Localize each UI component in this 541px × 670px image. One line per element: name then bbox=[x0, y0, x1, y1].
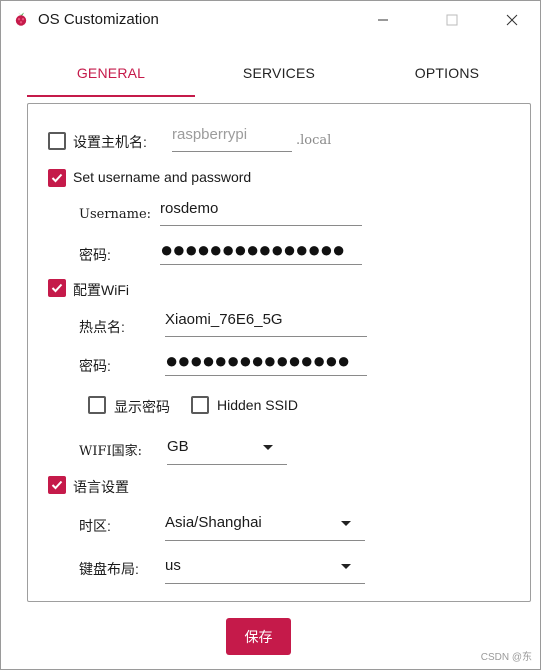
keyboard-select[interactable]: us bbox=[165, 550, 365, 584]
check-icon bbox=[51, 173, 63, 183]
title-bar: OS Customization bbox=[1, 1, 540, 39]
window-title: OS Customization bbox=[38, 11, 159, 28]
close-button[interactable] bbox=[489, 1, 535, 39]
keyboard-label: 键盘布局: bbox=[79, 561, 139, 577]
chevron-down-icon bbox=[341, 521, 351, 526]
timezone-value: Asia/Shanghai bbox=[165, 514, 262, 531]
wifi-country-value: GB bbox=[167, 438, 189, 455]
tab-bar: GENERAL SERVICES OPTIONS bbox=[27, 49, 531, 97]
username-input[interactable]: rosdemo bbox=[160, 196, 362, 226]
configure-wifi-checkbox[interactable] bbox=[48, 279, 66, 297]
tab-options[interactable]: OPTIONS bbox=[363, 49, 531, 97]
hostname-input[interactable]: raspberrypi bbox=[172, 122, 292, 152]
username-label: Username: bbox=[79, 207, 152, 222]
os-customization-window: OS Customization GENERAL SERVICES OPTION… bbox=[0, 0, 541, 670]
tab-services[interactable]: SERVICES bbox=[195, 49, 363, 97]
keyboard-value: us bbox=[165, 557, 181, 574]
maximize-icon bbox=[446, 14, 458, 26]
minimize-icon bbox=[378, 19, 388, 21]
show-password-label: 显示密码 bbox=[114, 399, 170, 415]
close-icon bbox=[506, 14, 518, 26]
check-icon bbox=[51, 283, 63, 293]
hidden-ssid-label: Hidden SSID bbox=[217, 397, 298, 413]
password-input[interactable]: ●●●●●●●●●●●●●●● bbox=[160, 235, 362, 265]
set-username-checkbox[interactable] bbox=[48, 169, 66, 187]
locale-checkbox[interactable] bbox=[48, 476, 66, 494]
wifi-password-input[interactable]: ●●●●●●●●●●●●●●● bbox=[165, 346, 367, 376]
locale-label: 语言设置 bbox=[73, 479, 129, 495]
ssid-input[interactable]: Xiaomi_76E6_5G bbox=[165, 307, 367, 337]
check-icon bbox=[51, 480, 63, 490]
watermark: CSDN @东 bbox=[480, 652, 532, 663]
raspberry-pi-icon bbox=[13, 11, 29, 27]
configure-wifi-label: 配置WiFi bbox=[73, 282, 129, 298]
maximize-button[interactable] bbox=[429, 1, 475, 39]
ssid-label: 热点名: bbox=[79, 319, 125, 335]
hostname-checkbox[interactable] bbox=[48, 132, 66, 150]
timezone-select[interactable]: Asia/Shanghai bbox=[165, 507, 365, 541]
chevron-down-icon bbox=[263, 445, 273, 450]
set-username-label: Set username and password bbox=[73, 169, 252, 185]
hostname-label: 设置主机名: bbox=[73, 134, 147, 150]
general-panel: 设置主机名: raspberrypi .local Set username a… bbox=[27, 103, 531, 602]
hostname-suffix: .local bbox=[296, 133, 332, 148]
minimize-button[interactable] bbox=[360, 1, 406, 39]
wifi-password-label: 密码: bbox=[79, 358, 111, 374]
tab-general[interactable]: GENERAL bbox=[27, 49, 195, 97]
timezone-label: 时区: bbox=[79, 518, 111, 534]
hidden-ssid-checkbox[interactable] bbox=[191, 396, 209, 414]
show-password-checkbox[interactable] bbox=[88, 396, 106, 414]
chevron-down-icon bbox=[341, 564, 351, 569]
password-label: 密码: bbox=[79, 247, 111, 263]
wifi-country-select[interactable]: GB bbox=[167, 431, 287, 465]
wifi-country-label: WIFI国家: bbox=[79, 444, 143, 459]
save-button[interactable]: 保存 bbox=[226, 618, 291, 655]
